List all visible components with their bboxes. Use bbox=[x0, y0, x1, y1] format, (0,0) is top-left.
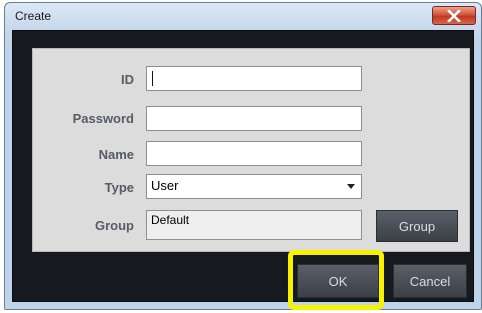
group-button-label: Group bbox=[398, 218, 436, 234]
name-field[interactable] bbox=[146, 141, 362, 166]
chevron-down-icon bbox=[347, 184, 355, 189]
group-value: Default bbox=[151, 213, 190, 227]
cancel-button-label: Cancel bbox=[409, 273, 451, 289]
group-button[interactable]: Group bbox=[376, 210, 458, 242]
type-value: User bbox=[151, 178, 179, 193]
password-field[interactable] bbox=[146, 106, 362, 131]
close-button[interactable] bbox=[432, 6, 476, 25]
name-label: Name bbox=[98, 147, 134, 162]
group-field: Default bbox=[146, 210, 362, 240]
type-label: Type bbox=[104, 180, 134, 195]
cancel-button[interactable]: Cancel bbox=[393, 264, 467, 298]
group-label: Group bbox=[95, 218, 134, 233]
create-dialog: Create ID Password Name Type Group User … bbox=[0, 0, 482, 313]
password-label: Password bbox=[72, 111, 134, 126]
id-label: ID bbox=[121, 72, 134, 87]
text-cursor bbox=[152, 71, 153, 86]
close-icon bbox=[433, 7, 475, 24]
ok-highlight-box bbox=[288, 250, 384, 310]
window-title: Create bbox=[15, 9, 52, 23]
type-select[interactable]: User bbox=[146, 174, 362, 199]
id-field[interactable] bbox=[146, 66, 362, 91]
